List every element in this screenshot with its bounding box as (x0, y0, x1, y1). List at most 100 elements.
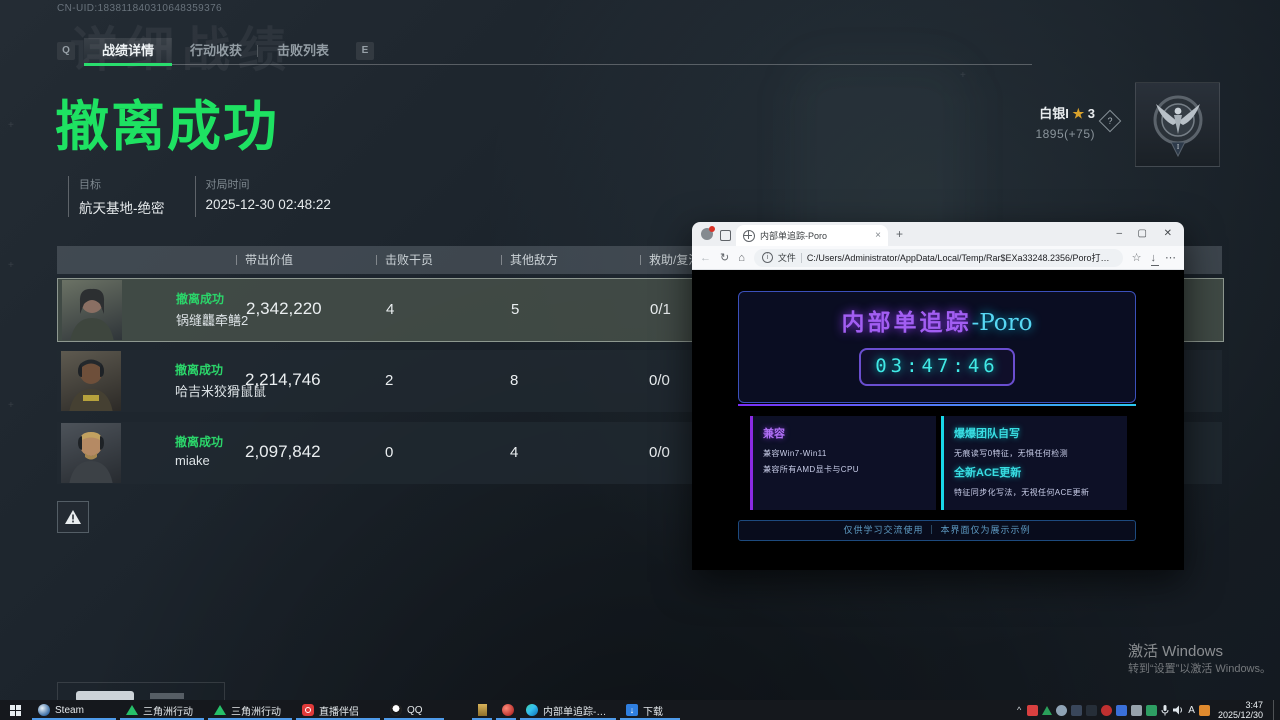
tray-qq-icon[interactable] (1027, 705, 1038, 716)
avatar (61, 423, 121, 483)
result-title: 撤离成功 (55, 82, 279, 161)
clock-time: 3:47 (1218, 700, 1263, 710)
row-player-name: 锅缝龘牵鳝2 (176, 310, 248, 329)
bookmark-star-icon[interactable] (1132, 251, 1142, 265)
taskbar-item-deltaforce-1[interactable]: 三角洲行动 (118, 700, 206, 720)
taskbar-item-live-companion[interactable]: 直播伴侣 (294, 700, 382, 720)
refresh-icon[interactable] (720, 251, 729, 265)
tray-app-icon[interactable] (1146, 705, 1157, 716)
row-others: 8 (510, 372, 518, 389)
tray-netease-icon[interactable] (1101, 705, 1112, 716)
tray-steam-icon[interactable] (1056, 705, 1067, 716)
match-time-value: 2025-12-30 02:48:22 (206, 197, 331, 212)
operator-portrait-icon (61, 351, 121, 411)
tab-kill-list[interactable]: 击败列表 (262, 38, 344, 64)
delta-force-icon (214, 705, 226, 715)
avatar (61, 351, 121, 411)
row-player-name: miake (175, 453, 210, 468)
row-status: 撤离成功 (175, 361, 223, 378)
page-info-icon[interactable]: i (762, 252, 773, 263)
row-status: 撤离成功 (175, 433, 223, 450)
feature-title: 兼容 (763, 425, 926, 441)
taskbar-item-unknown-1[interactable] (470, 700, 494, 720)
eagle-emblem-icon: I (1147, 92, 1209, 158)
tray-app-icon[interactable] (1116, 705, 1127, 716)
report-warning-button[interactable] (57, 501, 89, 533)
tray-shield-icon[interactable] (1071, 705, 1082, 716)
tray-security-icon[interactable] (1199, 705, 1210, 716)
rank-points: 1895(+75) (1000, 127, 1095, 141)
taskbar-item-downloads[interactable]: 下载 (618, 700, 682, 720)
taskbar-item-browser[interactable]: 内部单追踪-Poro - … (518, 700, 618, 720)
key-hint-e: E (356, 42, 374, 60)
browser-profile-icon[interactable] (701, 228, 713, 240)
feature-line: 无痕读写0特征，无惧任何检测 (954, 448, 1117, 459)
system-tray: ^ A 3:47 2025/12/30 (1017, 700, 1280, 720)
match-time-label: 对局时间 (206, 176, 331, 192)
tab-close-icon[interactable] (875, 231, 881, 241)
feature-line: 特征同步化写法，无视任何ACE更新 (954, 487, 1117, 498)
browser-page-content: 内部单追踪-Poro 03:47:46 兼容 兼容Win7-Win11 兼容所有… (692, 270, 1184, 570)
taskbar-clock[interactable]: 3:47 2025/12/30 (1218, 700, 1263, 720)
address-bar[interactable]: i 文件 C:/Users/Administrator/AppData/Loca… (754, 249, 1123, 267)
taskbar-item-qq[interactable]: QQ (382, 700, 446, 720)
warning-icon (64, 509, 82, 525)
match-info: 目标 航天基地-绝密 对局时间 2025-12-30 02:48:22 (68, 176, 331, 217)
new-tab-icon[interactable] (896, 227, 903, 241)
download-icon (626, 704, 638, 716)
rank-tier: 白银I (1039, 106, 1069, 121)
tray-deltaforce-icon[interactable] (1042, 706, 1052, 715)
taskbar-item-deltaforce-2[interactable]: 三角洲行动 (206, 700, 294, 720)
window-minimize-icon[interactable] (1116, 228, 1122, 240)
row-value: 2,097,842 (245, 442, 321, 462)
live-companion-icon (302, 704, 314, 716)
start-button[interactable] (0, 700, 30, 720)
browser-tab[interactable]: 内部单追踪-Poro (736, 225, 888, 246)
tab-battle-detail[interactable]: 战绩详情 (84, 38, 172, 64)
taskbar: Steam 三角洲行动 三角洲行动 直播伴侣 QQ 内部单追踪-Poro - … (0, 700, 1280, 720)
browser-titlebar[interactable]: 内部单追踪-Poro (692, 222, 1184, 246)
show-desktop-button[interactable] (1273, 700, 1277, 720)
tray-app-icon[interactable] (1131, 705, 1142, 716)
taskbar-item-unknown-2[interactable] (494, 700, 518, 720)
rank-tier-line: 白银I 3 (1000, 103, 1095, 122)
page-footer-disclaimer: 仅供学习交流使用 ｜ 本界面仅为展示示例 (738, 520, 1136, 541)
feature-panel-anticheat: 爆爆团队自写 无痕读写0特征，无惧任何检测 全新ACE更新 特征同步化写法，无视… (941, 416, 1127, 510)
menu-dots-icon[interactable] (1165, 251, 1176, 265)
unknown-app-icon (502, 704, 514, 716)
page-title: 内部单追踪-Poro (739, 303, 1135, 337)
back-icon[interactable] (700, 251, 711, 265)
window-close-icon[interactable] (1164, 228, 1172, 240)
rank-star-count: 3 (1088, 106, 1095, 121)
home-icon[interactable] (738, 251, 745, 265)
tray-expand-icon[interactable]: ^ (1017, 705, 1021, 715)
avatar (62, 280, 122, 340)
tray-app-icon[interactable] (1086, 705, 1097, 716)
windows-logo-icon (10, 705, 21, 716)
clock-date: 2025/12/30 (1218, 710, 1263, 720)
qq-icon (390, 704, 402, 716)
deco-cross: + (8, 260, 14, 271)
tab-action-loot[interactable]: 行动收获 (176, 38, 256, 64)
url-scheme-label: 文件 (778, 251, 796, 264)
browser-window: 内部单追踪-Poro i 文件 C:/Users/Administrator/A… (692, 222, 1184, 570)
deco-cross: + (8, 120, 14, 131)
volume-icon[interactable] (1173, 705, 1184, 715)
address-divider (801, 253, 802, 263)
tab-search-icon[interactable] (720, 230, 731, 241)
window-maximize-icon[interactable] (1138, 228, 1147, 240)
feature-line: 兼容Win7-Win11 (763, 448, 926, 459)
downloads-icon[interactable] (1151, 251, 1157, 265)
microphone-icon[interactable] (1161, 705, 1169, 716)
page-title-latin: -Poro (971, 310, 1032, 336)
delta-force-icon (126, 705, 138, 715)
steam-icon (38, 704, 50, 716)
deco-cross: + (8, 400, 14, 411)
cheat-page-hero: 内部单追踪-Poro 03:47:46 (738, 291, 1136, 403)
tabbar-underline (84, 64, 1032, 65)
ime-indicator[interactable]: A (1188, 705, 1195, 716)
page-title-cjk: 内部单追踪 (841, 309, 971, 336)
row-rescue: 0/0 (649, 444, 670, 461)
taskbar-item-steam[interactable]: Steam (30, 700, 118, 720)
feature-panel-compat: 兼容 兼容Win7-Win11 兼容所有AMD显卡与CPU (750, 416, 936, 510)
